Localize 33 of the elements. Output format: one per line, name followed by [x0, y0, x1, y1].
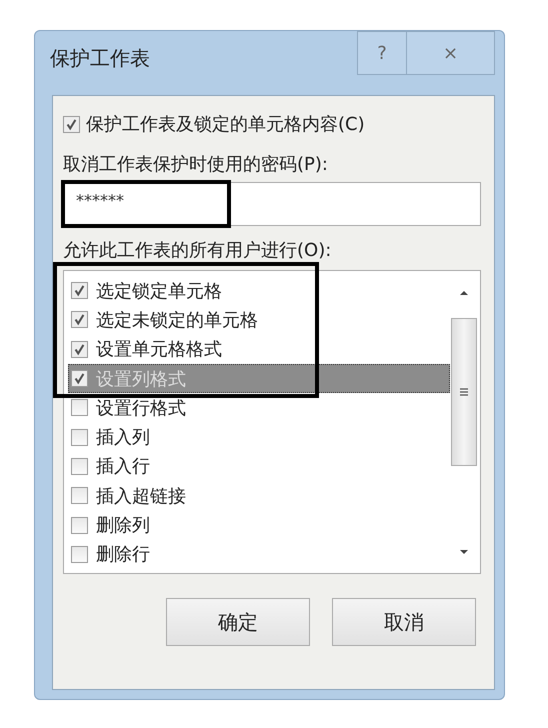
list-item[interactable]: 设置单元格格式	[68, 334, 450, 364]
checkbox-label: 保护工作表及锁定的单元格内容(C)	[86, 113, 365, 136]
grip-icon	[459, 388, 469, 396]
close-button[interactable]: ×	[407, 31, 495, 75]
checkbox[interactable]	[63, 116, 80, 132]
list-item[interactable]: 选定锁定单元格	[68, 276, 450, 306]
checkbox[interactable]	[71, 311, 88, 328]
checkbox[interactable]	[71, 487, 88, 504]
dialog-button[interactable]: 取消	[332, 598, 476, 646]
checkbox[interactable]	[71, 399, 88, 416]
list-item[interactable]: 插入列	[68, 422, 450, 452]
password-label: 取消工作表保护时使用的密码(P):	[63, 153, 329, 177]
help-button[interactable]: ?	[357, 31, 407, 75]
checkbox[interactable]	[71, 546, 88, 563]
checkbox[interactable]	[71, 340, 88, 358]
checkbox[interactable]	[71, 428, 88, 446]
checkbox[interactable]	[71, 458, 88, 475]
scroll-thumb[interactable]	[451, 318, 477, 466]
scroll-up-icon[interactable]	[459, 290, 469, 296]
permissions-label: 允许此工作表的所有用户进行(O):	[63, 239, 332, 263]
checkbox[interactable]	[71, 516, 88, 534]
list-item[interactable]: 选定未锁定的单元格	[68, 305, 450, 335]
scroll-down-icon[interactable]	[459, 549, 469, 555]
password-field[interactable]: ******	[63, 182, 481, 226]
list-item[interactable]: 插入超链接	[68, 481, 450, 510]
list-item[interactable]: 删除列	[68, 510, 450, 540]
list-item[interactable]: 插入行	[68, 452, 450, 482]
window-title: 保护工作表	[50, 45, 150, 72]
list-item[interactable]: 设置行格式	[68, 393, 450, 422]
list-item[interactable]: 删除行	[68, 540, 450, 569]
checkbox[interactable]	[71, 282, 88, 300]
checkbox[interactable]	[71, 370, 88, 388]
dialog-button[interactable]: 确定	[166, 598, 310, 646]
